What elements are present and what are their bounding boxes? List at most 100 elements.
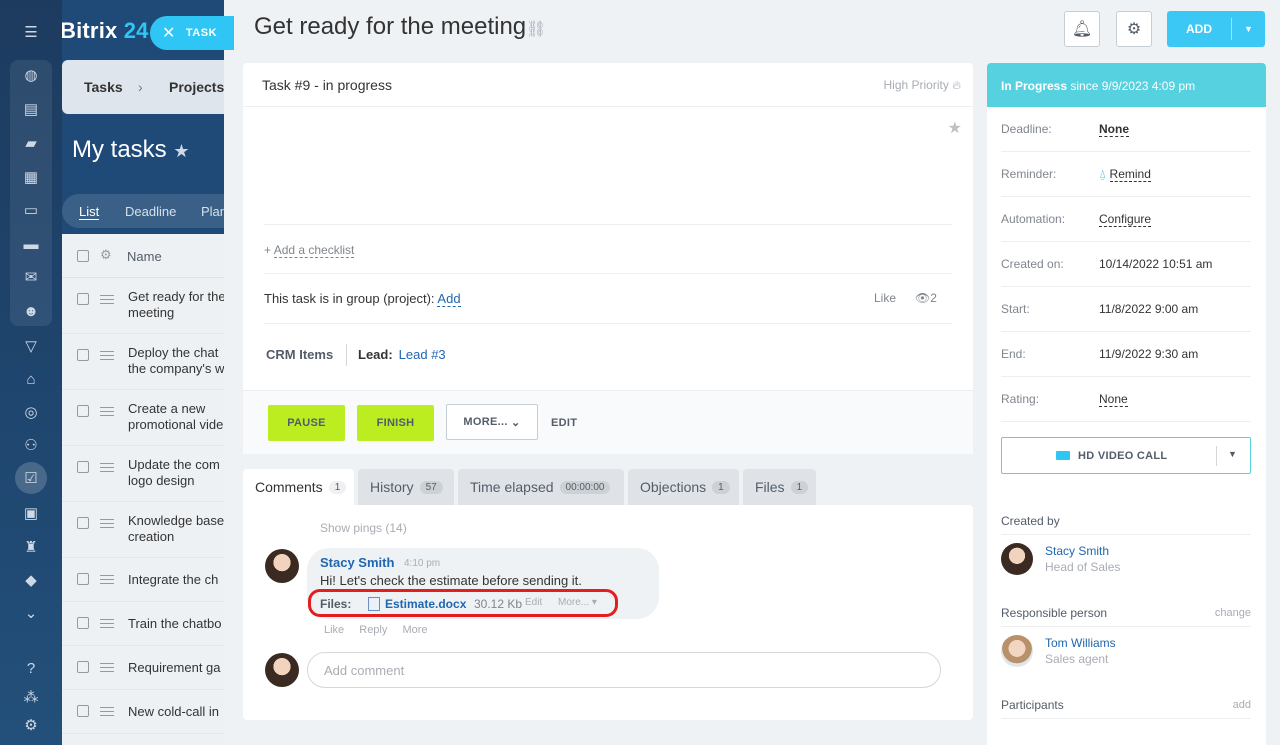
breadcrumb-projects[interactable]: Projects — [169, 79, 224, 95]
row-checkbox[interactable] — [77, 349, 89, 361]
table-row[interactable]: Requirement ga — [62, 646, 224, 690]
help-icon[interactable]: ? — [19, 656, 43, 680]
like-button[interactable]: Like — [874, 291, 896, 305]
view-tab-list[interactable]: List — [79, 204, 100, 220]
drag-handle-icon[interactable] — [100, 707, 114, 716]
add-comment-input[interactable]: Add comment — [307, 652, 941, 688]
drag-handle-icon[interactable] — [100, 575, 114, 584]
close-task-slider-button[interactable]: ✕ TASK — [150, 16, 234, 50]
add-button[interactable]: ADD ▼ — [1167, 11, 1265, 47]
table-row[interactable]: Get ready for the meeting — [62, 278, 224, 334]
drag-handle-icon[interactable] — [100, 519, 114, 528]
calendar-icon[interactable]: ▦ — [19, 165, 43, 189]
avatar[interactable] — [265, 549, 299, 583]
drag-handle-icon[interactable] — [100, 619, 114, 628]
edit-button[interactable]: EDIT — [551, 417, 577, 429]
cart-icon[interactable]: ⚇ — [19, 433, 43, 457]
responsible-name[interactable]: Tom Williams — [1045, 636, 1116, 650]
avatar[interactable] — [1001, 635, 1033, 667]
deadline-value[interactable]: None — [1099, 122, 1129, 137]
target-icon[interactable]: ◎ — [19, 400, 43, 424]
row-name[interactable]: Requirement ga — [128, 660, 224, 676]
feed-icon[interactable]: ▤ — [19, 97, 43, 121]
row-checkbox[interactable] — [77, 573, 89, 585]
comment-like-link[interactable]: Like — [324, 624, 344, 636]
drive-icon[interactable]: ▬ — [19, 232, 43, 256]
tab-history[interactable]: History 57 — [358, 469, 454, 505]
menu-icon[interactable]: ☰ — [19, 20, 43, 44]
row-name[interactable]: Knowledge base creation — [128, 513, 224, 545]
group-add-link[interactable]: Add — [437, 291, 461, 307]
table-row[interactable]: Update the com logo design — [62, 446, 224, 502]
mail-icon[interactable]: ✉ — [19, 265, 43, 289]
activity-icon[interactable]: ◍ — [19, 63, 43, 87]
settings-button[interactable]: ⚙ — [1116, 11, 1152, 47]
drag-handle-icon[interactable] — [100, 463, 114, 472]
change-responsible-link[interactable]: change — [1215, 607, 1251, 619]
grid-settings-icon[interactable]: ⚙ — [100, 247, 112, 263]
tab-comments[interactable]: Comments 1 — [243, 469, 354, 505]
rating-value[interactable]: None — [1099, 392, 1128, 407]
robot-icon[interactable]: ♜ — [19, 535, 43, 559]
table-row[interactable]: Create a new promotional vide — [62, 390, 224, 446]
row-checkbox[interactable] — [77, 617, 89, 629]
chevron-down-circle-icon[interactable]: ⌄ — [19, 601, 43, 625]
row-name[interactable]: Create a new promotional vide — [128, 401, 224, 433]
docs-icon[interactable]: ▭ — [19, 198, 43, 222]
row-name[interactable]: Train the chatbo — [128, 616, 224, 632]
company-icon[interactable]: ⌂ — [19, 367, 43, 391]
creator-name[interactable]: Stacy Smith — [1045, 544, 1109, 558]
row-name[interactable]: New cold-call in — [128, 704, 224, 720]
file-more-link[interactable]: More... ▾ — [558, 597, 597, 608]
view-tab-deadline[interactable]: Deadline — [125, 204, 176, 219]
tab-objections[interactable]: Objections 1 — [628, 469, 739, 505]
table-row[interactable]: Deploy the chat the company's w — [62, 334, 224, 390]
tab-time-elapsed[interactable]: Time elapsed 00:00:00 — [458, 469, 624, 505]
table-row[interactable]: Train the chatbo — [62, 602, 224, 646]
table-row[interactable]: Integrate the ch — [62, 558, 224, 602]
show-pings-link[interactable]: Show pings (14) — [320, 521, 407, 535]
table-row[interactable]: Knowledge base creation — [62, 502, 224, 558]
row-name[interactable]: Integrate the ch — [128, 572, 224, 588]
add-participant-link[interactable]: add — [1233, 699, 1251, 711]
add-checklist-link[interactable]: + Add a checklist — [264, 243, 355, 258]
breadcrumb-tasks[interactable]: Tasks — [84, 79, 123, 95]
table-row[interactable]: New cold-call in — [62, 690, 224, 734]
priority-toggle[interactable]: High Priority 🔥︎ — [883, 78, 961, 93]
row-name[interactable]: Deploy the chat the company's w — [128, 345, 224, 377]
tab-files[interactable]: Files 1 — [743, 469, 816, 505]
more-button[interactable]: MORE... ⌄ — [446, 404, 538, 440]
row-checkbox[interactable] — [77, 661, 89, 673]
row-name[interactable]: Get ready for the meeting — [128, 289, 224, 321]
lead-link[interactable]: Lead #3 — [399, 347, 446, 362]
row-checkbox[interactable] — [77, 405, 89, 417]
chat-icon[interactable]: ▰ — [19, 131, 43, 155]
filter-icon[interactable]: ▽ — [19, 334, 43, 358]
select-all-checkbox[interactable] — [77, 250, 89, 262]
row-checkbox[interactable] — [77, 705, 89, 717]
contact-card-icon[interactable]: ▣ — [19, 501, 43, 525]
row-checkbox[interactable] — [77, 461, 89, 473]
comment-more-link[interactable]: More — [402, 624, 427, 636]
file-link[interactable]: Estimate.docx — [385, 597, 466, 611]
sitemap-icon[interactable]: ⁂ — [19, 685, 43, 709]
row-name[interactable]: Update the com logo design — [128, 457, 224, 489]
chevron-down-icon[interactable]: ▼ — [1232, 24, 1265, 34]
avatar[interactable] — [1001, 543, 1033, 575]
row-checkbox[interactable] — [77, 517, 89, 529]
groups-icon[interactable]: ☻ — [19, 299, 43, 323]
row-checkbox[interactable] — [77, 293, 89, 305]
hd-video-call-button[interactable]: HD VIDEO CALL ▼ — [1001, 437, 1251, 474]
pause-button[interactable]: PAUSE — [268, 405, 345, 441]
comment-reply-link[interactable]: Reply — [359, 624, 387, 636]
configure-link[interactable]: Configure — [1099, 212, 1152, 227]
comment-author[interactable]: Stacy Smith — [320, 555, 394, 570]
drag-handle-icon[interactable] — [100, 295, 114, 304]
drag-handle-icon[interactable] — [100, 351, 114, 360]
star-icon[interactable]: ★ — [173, 141, 189, 161]
settings-icon[interactable]: ⚙ — [19, 713, 43, 737]
tasks-icon[interactable]: ☑ — [15, 462, 47, 494]
box-icon[interactable]: ◆ — [19, 568, 43, 592]
view-tab-plan[interactable]: Plan — [201, 204, 224, 219]
finish-button[interactable]: FINISH — [357, 405, 434, 441]
